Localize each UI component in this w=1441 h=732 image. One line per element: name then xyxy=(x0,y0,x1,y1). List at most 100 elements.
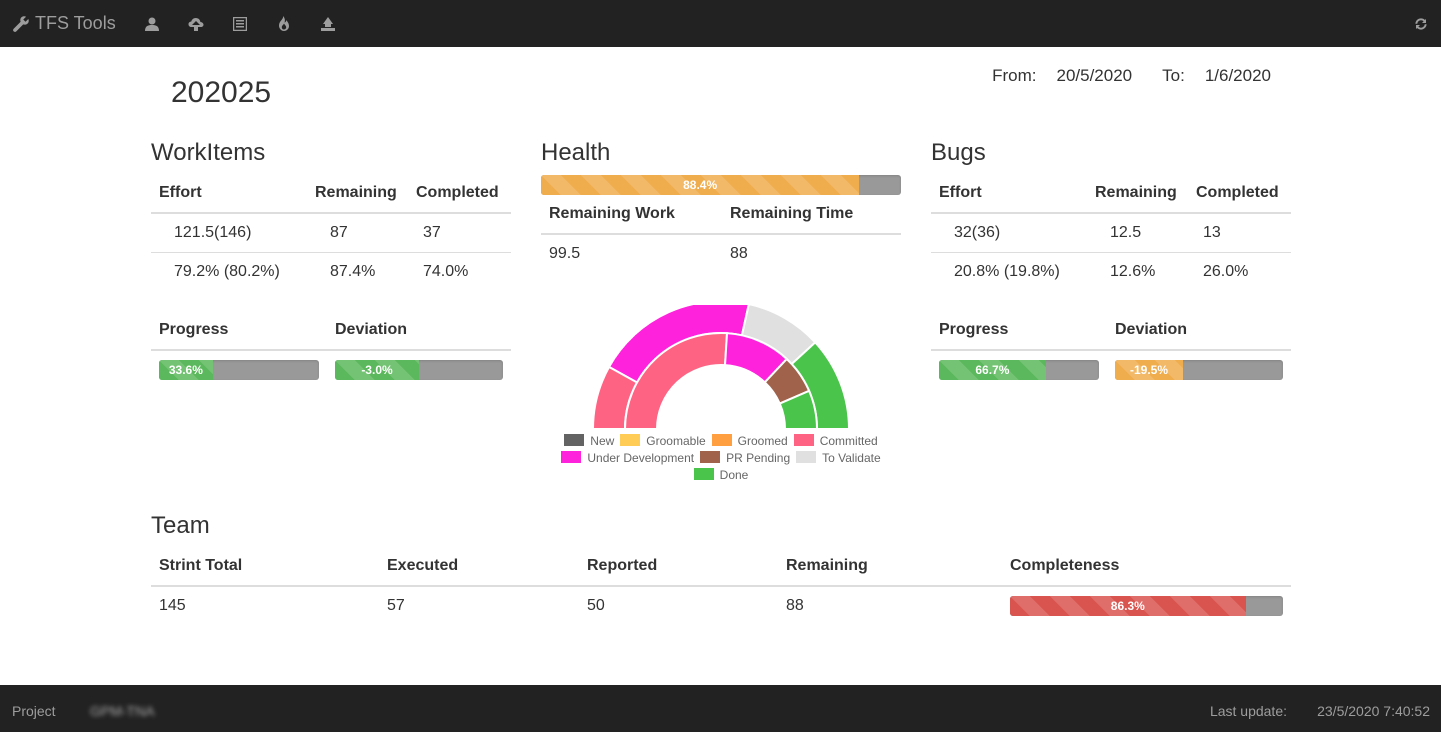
table-row: 32(36) 12.5 13 xyxy=(931,212,1291,252)
table-cell: 13 xyxy=(1188,212,1291,252)
workitems-header-effort: Effort xyxy=(151,173,307,214)
legend-label: To Validate xyxy=(822,451,881,465)
team-header-remaining: Remaining xyxy=(778,546,1002,587)
table-cell: 20.8% (19.8%) xyxy=(931,251,1087,291)
table-row: 121.5(146) 87 37 xyxy=(151,212,511,252)
legend-label: PR Pending xyxy=(726,451,791,465)
footer-project-label: Project xyxy=(12,703,56,719)
footer-last-update-label: Last update: xyxy=(1209,703,1287,719)
legend-label: Groomable xyxy=(646,434,706,448)
refresh-button[interactable] xyxy=(1409,12,1433,36)
brand-text: TFS Tools xyxy=(35,13,116,33)
bugs-deviation-bar: -19.5% xyxy=(1115,360,1283,380)
bugs-header-completed: Completed xyxy=(1188,173,1291,214)
table-cell: 121.5(146) xyxy=(151,212,307,252)
workitems-progress-bar: 33.6% xyxy=(159,360,319,380)
table-cell: 26.0% xyxy=(1188,251,1291,291)
table-row: 79.2% (80.2%) 87.4% 74.0% xyxy=(151,251,511,291)
user-icon xyxy=(144,17,159,31)
footer-project-name: GPM-TNA xyxy=(90,703,155,719)
nav-cloud-upload[interactable] xyxy=(174,0,218,47)
workitems-progress-header: Progress xyxy=(151,310,327,351)
list-icon xyxy=(232,16,247,31)
refresh-icon xyxy=(1415,18,1427,30)
table-cell: 87.4% xyxy=(307,251,408,291)
bugs-title: Bugs xyxy=(931,139,986,166)
bugs-table: Effort Remaining Completed 32(36) 12.5 1… xyxy=(931,173,1291,291)
from-label: From: xyxy=(992,66,1037,85)
health-title: Health xyxy=(541,139,611,166)
workitems-header-completed: Completed xyxy=(408,173,511,214)
workitems-deviation-fill: -3.0% xyxy=(335,360,419,380)
to-value: 1/6/2020 xyxy=(1204,66,1271,85)
workitems-table: Effort Remaining Completed 121.5(146) 87… xyxy=(151,173,511,291)
nav-user[interactable] xyxy=(130,0,174,47)
legend-item-groomed[interactable]: Groomed xyxy=(711,433,788,450)
table-cell: 74.0% xyxy=(408,251,511,291)
workitems-progress-fill: 33.6% xyxy=(159,360,213,380)
sprint-title: 202025 xyxy=(171,76,272,109)
legend-swatch xyxy=(620,434,641,446)
workitems-header-remaining: Remaining xyxy=(307,173,408,214)
top-navbar: TFS Tools xyxy=(0,0,1441,47)
table-row: 99.5 88 xyxy=(541,233,901,273)
to-label: To: xyxy=(1162,66,1185,85)
bugs-progress-bar: 66.7% xyxy=(939,360,1099,380)
legend-item-done[interactable]: Done xyxy=(693,467,749,484)
table-row: 20.8% (19.8%) 12.6% 26.0% xyxy=(931,251,1291,291)
health-header-remaining-work: Remaining Work xyxy=(541,194,722,235)
table-cell: 88 xyxy=(722,233,901,273)
table-cell: 57 xyxy=(379,585,579,625)
nav-eject[interactable] xyxy=(306,0,350,47)
bugs-progress-header: Progress xyxy=(931,310,1107,351)
legend-label: Under Development xyxy=(587,451,695,465)
team-header-sprint-total: Strint Total xyxy=(151,546,379,587)
nav-fire[interactable] xyxy=(262,0,306,47)
health-bar: 88.4% xyxy=(541,175,901,195)
team-header-executed: Executed xyxy=(379,546,579,587)
legend-swatch xyxy=(564,434,585,446)
table-cell: 88 xyxy=(778,585,1002,625)
legend-item-groomable[interactable]: Groomable xyxy=(620,433,706,450)
table-cell: 99.5 xyxy=(541,233,722,273)
bugs-header-remaining: Remaining xyxy=(1087,173,1188,214)
footer-last-update-value: 23/5/2020 7:40:52 xyxy=(1317,703,1430,719)
legend-swatch xyxy=(561,451,582,463)
team-title: Team xyxy=(151,512,210,539)
fire-icon xyxy=(278,16,289,31)
wrench-icon xyxy=(13,15,29,32)
nav-list[interactable] xyxy=(218,0,262,47)
bugs-header-effort: Effort xyxy=(931,173,1087,214)
bugs-progress-table: Progress Deviation xyxy=(931,310,1291,351)
eject-icon xyxy=(320,16,335,31)
chart-legend: New Groomable Groomed Committed Under Develo… xyxy=(551,433,891,484)
legend-label: Done xyxy=(719,468,749,482)
bugs-deviation-header: Deviation xyxy=(1107,310,1291,351)
table-cell: 79.2% (80.2%) xyxy=(151,251,307,291)
health-header-remaining-time: Remaining Time xyxy=(722,194,901,235)
legend-item-committed[interactable]: Committed xyxy=(793,433,878,450)
team-completeness-bar: 86.3% xyxy=(1010,596,1283,616)
date-range: From: 20/5/2020 To: 1/6/2020 xyxy=(992,66,1271,86)
table-cell: 32(36) xyxy=(931,212,1087,252)
table-cell: 37 xyxy=(408,212,511,252)
table-cell: 87 xyxy=(307,212,408,252)
legend-item-to-validate[interactable]: To Validate xyxy=(796,450,881,467)
legend-swatch xyxy=(796,451,817,463)
workitems-deviation-bar: -3.0% xyxy=(335,360,503,380)
table-cell: 12.6% xyxy=(1087,251,1188,291)
legend-item-new[interactable]: New xyxy=(564,433,614,450)
table-cell: 12.5 xyxy=(1087,212,1188,252)
legend-item-under-development[interactable]: Under Development xyxy=(561,450,694,467)
health-table: Remaining Work Remaining Time 99.5 88 xyxy=(541,194,901,273)
team-header-reported: Reported xyxy=(579,546,778,587)
legend-swatch xyxy=(700,451,721,463)
workitems-title: WorkItems xyxy=(151,139,266,166)
table-cell: 145 xyxy=(151,585,379,625)
team-completeness-fill: 86.3% xyxy=(1010,596,1246,616)
legend-label: Committed xyxy=(819,434,878,448)
brand-link[interactable]: TFS Tools xyxy=(12,0,116,47)
legend-item-pr-pending[interactable]: PR Pending xyxy=(700,450,790,467)
legend-swatch xyxy=(693,468,714,480)
workitems-progress-table: Progress Deviation xyxy=(151,310,511,351)
